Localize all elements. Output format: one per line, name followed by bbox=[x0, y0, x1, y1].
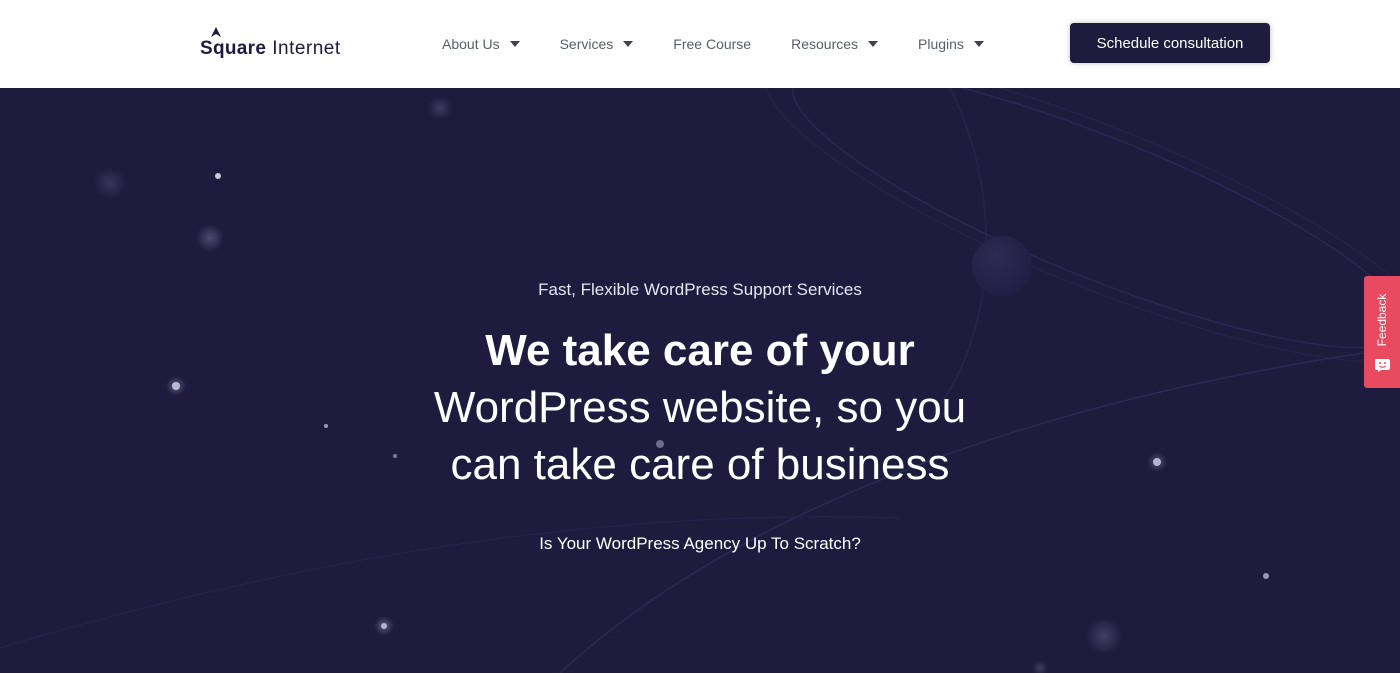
nav-item-plugins[interactable]: Plugins bbox=[918, 36, 984, 52]
feedback-tab[interactable]: Feedback bbox=[1364, 276, 1400, 388]
hero-headline-line-2: WordPress website, so you bbox=[433, 383, 967, 432]
nav-item-label: Plugins bbox=[918, 36, 964, 52]
feedback-label: Feedback bbox=[1375, 293, 1389, 347]
nav-item-label: Free Course bbox=[673, 36, 752, 52]
hero-eyebrow: Fast, Flexible WordPress Support Service… bbox=[538, 280, 862, 299]
logo-text-bold: Square bbox=[200, 38, 267, 59]
hero-headline: We take care of your WordPress website, … bbox=[0, 322, 1400, 493]
caret-down-icon bbox=[509, 41, 520, 47]
caret-down-icon bbox=[623, 41, 634, 47]
rocket-logo-icon bbox=[211, 27, 221, 37]
nav-item-free-course[interactable]: Free Course bbox=[673, 36, 751, 52]
hero-headline-line-3: can take care of business bbox=[450, 440, 950, 489]
schedule-consultation-button[interactable]: Schedule consultation bbox=[1070, 23, 1270, 63]
nav-item-services[interactable]: Services bbox=[560, 36, 634, 52]
hero-headline-line-1: We take care of your bbox=[485, 326, 915, 375]
hero-subline-link[interactable]: Is Your WordPress Agency Up To Scratch? bbox=[0, 534, 1400, 554]
nav-item-label: About Us bbox=[442, 36, 500, 52]
main-nav: About Us Services Free Course Resources … bbox=[442, 0, 1024, 88]
nav-item-resources[interactable]: Resources bbox=[791, 36, 879, 52]
caret-down-icon bbox=[973, 41, 984, 47]
nav-item-label: Resources bbox=[791, 36, 859, 52]
hero-section: Fast, Flexible WordPress Support Service… bbox=[0, 88, 1400, 673]
feedback-face-icon bbox=[1375, 359, 1390, 372]
nav-item-label: Services bbox=[559, 36, 614, 52]
nav-item-about-us[interactable]: About Us bbox=[442, 36, 520, 52]
caret-down-icon bbox=[868, 41, 879, 47]
logo-text-light: Internet bbox=[272, 38, 341, 59]
site-logo[interactable]: Square Internet bbox=[200, 27, 341, 60]
site-header: Square Internet About Us Services Free C… bbox=[0, 0, 1400, 88]
